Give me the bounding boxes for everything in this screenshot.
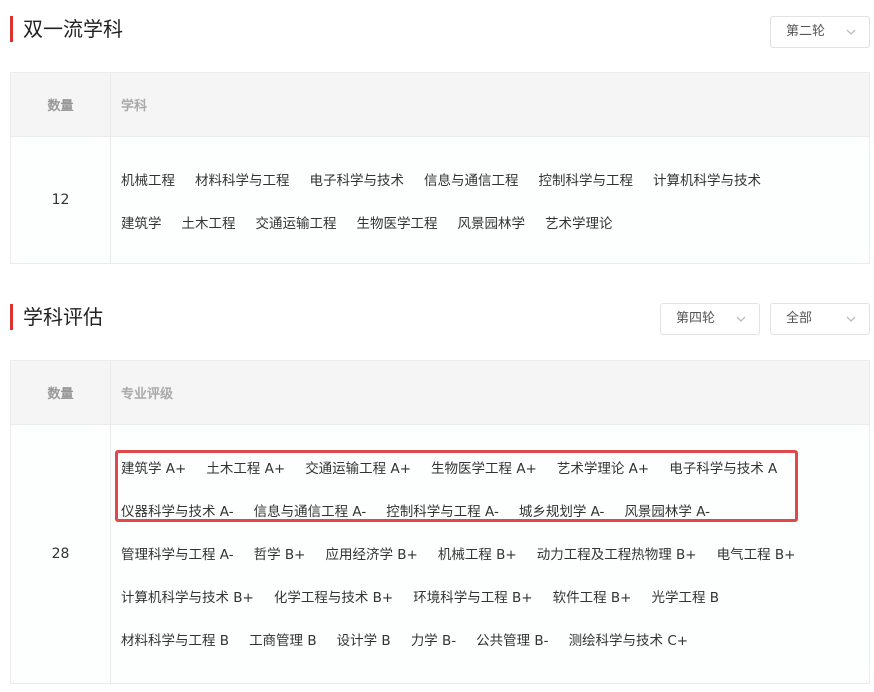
round-select-value: 第二轮 (786, 24, 826, 39)
discipline-tag[interactable]: 公共管理 B- (476, 629, 548, 649)
discipline-tag[interactable]: 控制科学与工程 A- (386, 500, 499, 520)
discipline-tag[interactable]: 材料科学与工程 B (121, 629, 229, 649)
count-cell: 28 (11, 425, 111, 683)
discipline-tag[interactable]: 城乡规划学 A- (519, 500, 605, 520)
discipline-tag[interactable]: 风景园林学 (458, 212, 526, 232)
discipline-tag[interactable]: 计算机科学与技术 (653, 169, 761, 189)
discipline-tag[interactable]: 力学 B- (411, 629, 456, 649)
discipline-tag[interactable]: 艺术学理论 (545, 212, 613, 232)
discipline-tag[interactable]: 电子科学与技术 (310, 169, 405, 189)
tag-row: 仪器科学与技术 A- 信息与通信工程 A- 控制科学与工程 A- 城乡规划学 A- 风景… (121, 488, 869, 531)
accent-bar (10, 304, 13, 330)
evaluation-table: 数量 专业评级 28 建筑学 A+ 土木工程 A+ 交通运输工程 A+ 生物医学工程 … (10, 360, 870, 684)
discipline-list: 机械工程 材料科学与工程 电子科学与技术 信息与通信工程 控制科学与工程 计算机科学与技术… (111, 137, 869, 263)
discipline-tag[interactable]: 建筑学 A+ (121, 457, 186, 477)
discipline-tag[interactable]: 光学工程 B (652, 586, 720, 606)
tag-row: 建筑学 A+ 土木工程 A+ 交通运输工程 A+ 生物医学工程 A+ 艺术学理论 A+ 电… (121, 445, 869, 488)
discipline-tag[interactable]: 软件工程 B+ (553, 586, 632, 606)
table-row: 12 机械工程 材料科学与工程 电子科学与技术 信息与通信工程 控制科学与工程 计算机科学… (11, 137, 869, 263)
discipline-tag[interactable]: 风景园林学 A- (624, 500, 710, 520)
chevron-down-icon (846, 29, 856, 35)
discipline-tag[interactable]: 生物医学工程 A+ (431, 457, 537, 477)
discipline-tag[interactable]: 设计学 B (337, 629, 391, 649)
scope-select[interactable]: 全部 (770, 303, 870, 335)
discipline-tag[interactable]: 环境科学与工程 B+ (413, 586, 532, 606)
discipline-tag[interactable]: 控制科学与工程 (539, 169, 634, 189)
tag-row: 计算机科学与技术 B+ 化学工程与技术 B+ 环境科学与工程 B+ 软件工程 B+ 光学… (121, 574, 869, 617)
round-select[interactable]: 第二轮 (770, 16, 870, 48)
scope-select-value: 全部 (786, 311, 813, 326)
discipline-tag[interactable]: 管理科学与工程 A- (121, 543, 234, 563)
table-header: 数量 学科 (11, 73, 869, 137)
discipline-tag[interactable]: 生物医学工程 (357, 212, 438, 232)
tag-row: 建筑学 土木工程 交通运输工程 生物医学工程 风景园林学 艺术学理论 (121, 200, 869, 243)
discipline-tag[interactable]: 哲学 B+ (254, 543, 306, 563)
discipline-tag[interactable]: 交通运输工程 A+ (305, 457, 411, 477)
evaluation-round-select[interactable]: 第四轮 (660, 303, 760, 335)
discipline-tag[interactable]: 计算机科学与技术 B+ (121, 586, 254, 606)
discipline-tag[interactable]: 土木工程 A+ (206, 457, 285, 477)
section-title: 学科评估 (23, 305, 103, 329)
count-cell: 12 (11, 137, 111, 263)
section-header-double-first-class: 双一流学科 (10, 12, 870, 48)
header-rating: 专业评级 (121, 387, 174, 402)
header-count: 数量 (11, 361, 111, 424)
discipline-tag[interactable]: 电子科学与技术 A (669, 457, 777, 477)
discipline-tag[interactable]: 信息与通信工程 (424, 169, 519, 189)
table-header: 数量 专业评级 (11, 361, 869, 425)
discipline-tag[interactable]: 动力工程及工程热物理 B+ (537, 543, 697, 563)
chevron-down-icon (846, 316, 856, 322)
header-count: 数量 (11, 73, 111, 136)
tag-row: 管理科学与工程 A- 哲学 B+ 应用经济学 B+ 机械工程 B+ 动力工程及工程热物理… (121, 531, 869, 574)
tag-row: 机械工程 材料科学与工程 电子科学与技术 信息与通信工程 控制科学与工程 计算机科学与技术 (121, 157, 869, 200)
section-title: 双一流学科 (23, 17, 123, 41)
discipline-tag[interactable]: 工商管理 B (249, 629, 317, 649)
discipline-tag[interactable]: 土木工程 (182, 212, 236, 232)
discipline-tag[interactable]: 电气工程 B+ (717, 543, 796, 563)
discipline-tag[interactable]: 应用经济学 B+ (325, 543, 417, 563)
table-row: 28 建筑学 A+ 土木工程 A+ 交通运输工程 A+ 生物医学工程 A+ 艺术学理论 … (11, 425, 869, 683)
chevron-down-icon (736, 316, 746, 322)
discipline-tag[interactable]: 建筑学 (121, 212, 162, 232)
discipline-tag[interactable]: 信息与通信工程 A- (254, 500, 367, 520)
discipline-tag[interactable]: 测绘科学与技术 C+ (569, 629, 689, 649)
tag-row: 材料科学与工程 B 工商管理 B 设计学 B 力学 B- 公共管理 B- 测绘科学与技术 … (121, 617, 869, 660)
rating-list: 建筑学 A+ 土木工程 A+ 交通运输工程 A+ 生物医学工程 A+ 艺术学理论 A+ 电… (111, 425, 869, 683)
discipline-table: 数量 学科 12 机械工程 材料科学与工程 电子科学与技术 信息与通信工程 控制科学与工… (10, 72, 870, 264)
discipline-tag[interactable]: 仪器科学与技术 A- (121, 500, 234, 520)
accent-bar (10, 16, 13, 42)
discipline-tag[interactable]: 机械工程 B+ (438, 543, 517, 563)
discipline-tag[interactable]: 材料科学与工程 (195, 169, 290, 189)
discipline-tag[interactable]: 机械工程 (121, 169, 175, 189)
discipline-tag[interactable]: 交通运输工程 (256, 212, 337, 232)
discipline-tag[interactable]: 艺术学理论 A+ (557, 457, 649, 477)
evaluation-round-value: 第四轮 (676, 311, 716, 326)
discipline-tag[interactable]: 化学工程与技术 B+ (274, 586, 393, 606)
header-discipline: 学科 (121, 99, 148, 114)
